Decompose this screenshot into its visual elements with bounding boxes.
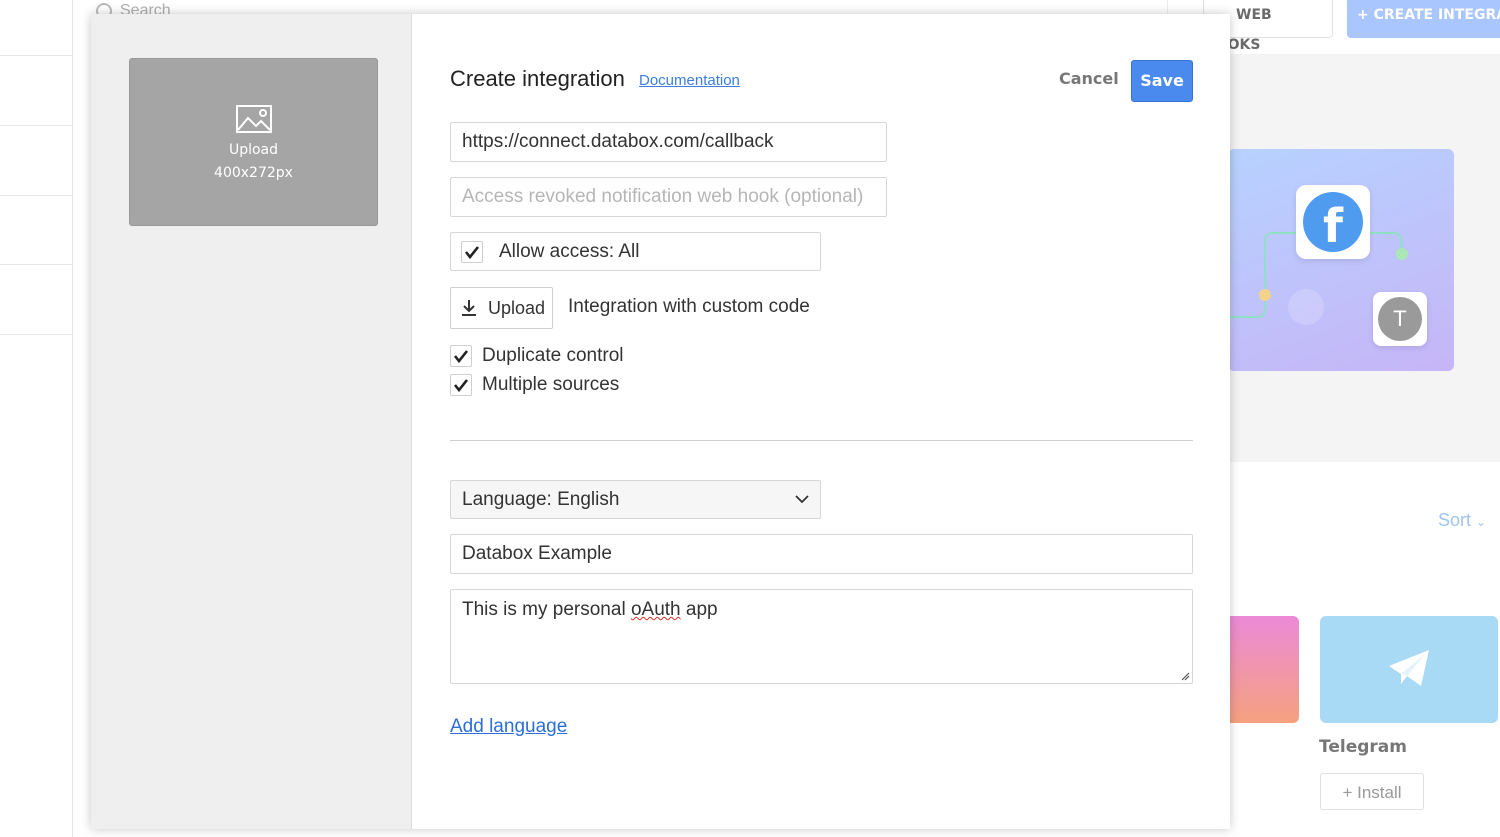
duplicate-control-option[interactable]: Duplicate control (450, 345, 624, 367)
allow-access-field[interactable]: Allow access: All (450, 232, 821, 271)
description-textarea[interactable]: This is my personal oAuth app (450, 589, 1193, 684)
multiple-sources-checkbox[interactable] (450, 374, 472, 396)
install-button[interactable]: + Install (1320, 773, 1424, 810)
telegram-title: Telegram (1319, 737, 1407, 757)
language-select[interactable]: Language: English (450, 480, 821, 519)
telegram-card-thumbnail[interactable] (1320, 616, 1498, 723)
paper-plane-icon (1389, 650, 1429, 686)
resize-handle-icon[interactable] (1180, 671, 1190, 681)
allow-access-label: Allow access: All (499, 240, 640, 262)
add-language-link[interactable]: Add language (450, 716, 567, 738)
multiple-sources-option[interactable]: Multiple sources (450, 374, 619, 396)
chevron-down-icon: ⌄ (1476, 515, 1487, 529)
image-upload-label: Upload (228, 142, 279, 158)
section-divider (450, 440, 1193, 441)
create-integration-button[interactable]: + CREATE INTEGRATION (1347, 0, 1500, 38)
facebook-logo: f (1296, 185, 1370, 259)
duplicate-control-label: Duplicate control (482, 345, 624, 366)
create-integration-modal: Upload 400x272px Create integration Docu… (91, 14, 1230, 829)
custom-code-label: Integration with custom code (568, 296, 810, 317)
duplicate-control-checkbox[interactable] (450, 345, 472, 367)
telegram-avatar: T (1373, 292, 1427, 346)
allow-access-checkbox[interactable] (461, 240, 483, 263)
spellcheck-word: oAuth (630, 599, 681, 620)
save-button[interactable]: Save (1131, 60, 1193, 102)
facebook-icon: f (1303, 192, 1363, 253)
modal-title: Create integration (450, 66, 625, 91)
checkmark-icon (453, 350, 469, 364)
sort-dropdown[interactable]: Sort ⌄ (1438, 510, 1486, 531)
image-icon (236, 105, 272, 133)
integration-name-input[interactable]: Databox Example (450, 534, 1193, 574)
documentation-link[interactable]: Documentation (639, 72, 740, 89)
modal-sidebar: Upload 400x272px (91, 14, 412, 829)
upload-code-button[interactable]: Upload (450, 287, 553, 329)
checkmark-icon (464, 245, 480, 259)
checkmark-icon (453, 379, 469, 393)
image-upload-area[interactable]: Upload 400x272px (129, 58, 378, 226)
image-upload-size: 400x272px (214, 165, 293, 181)
hero-illustration: f T (1228, 149, 1454, 371)
cancel-button[interactable]: Cancel (1059, 69, 1119, 88)
multiple-sources-label: Multiple sources (482, 374, 620, 395)
left-nav (0, 0, 72, 837)
download-icon (461, 299, 477, 317)
integration-card-thumbnail[interactable] (1228, 616, 1299, 723)
revoked-webhook-input[interactable]: Access revoked notification web hook (op… (450, 177, 887, 217)
callback-url-input[interactable]: https://connect.databox.com/callback (450, 122, 887, 162)
chevron-down-icon (795, 495, 809, 504)
